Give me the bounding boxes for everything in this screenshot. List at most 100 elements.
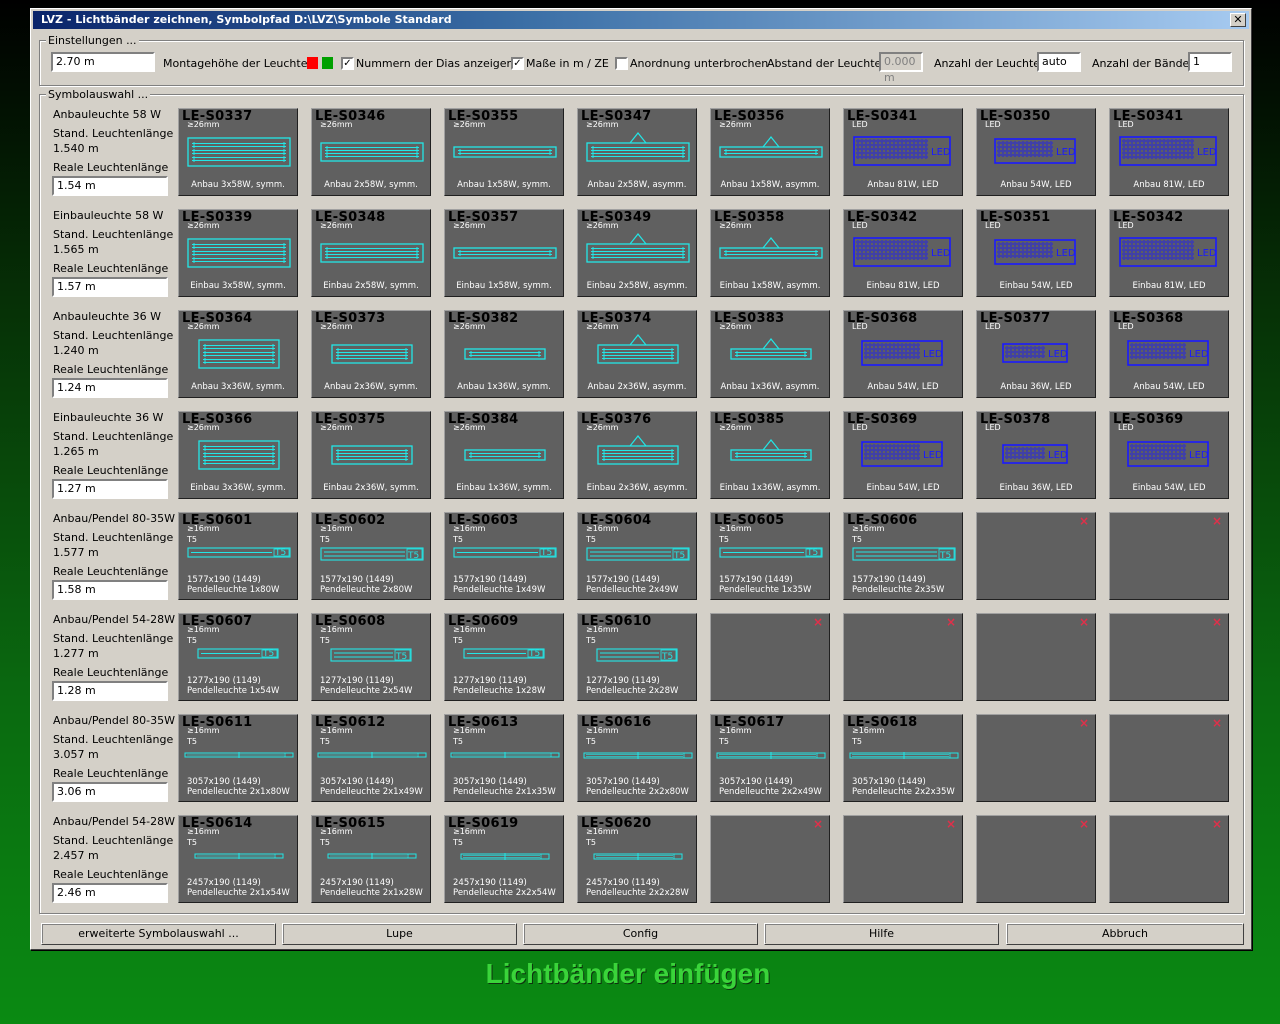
symbol-tile[interactable]: LED LE-S0378 LED Einbau 36W, LED (976, 411, 1096, 499)
symbol-tile[interactable]: LE-S0382 ≥26mm Anbau 1x36W, symm. (444, 310, 564, 398)
symbol-tile[interactable]: T5 LE-S0609 ≥16mm T5 1277x190 (1149) Pendelle… (444, 613, 564, 701)
empty-symbol-slot[interactable]: × (1109, 512, 1229, 600)
symbol-tile[interactable]: LED LE-S0377 LED Anbau 36W, LED (976, 310, 1096, 398)
symbol-caption: Anbau 1x58W, asymm. (720, 180, 820, 190)
symbol-tile[interactable]: LED LE-S0369 LED Einbau 54W, LED (843, 411, 963, 499)
symbol-tile[interactable]: LE-S0339 ≥26mm Einbau 3x58W, symm. (178, 209, 298, 297)
symbol-tile[interactable]: LE-S0348 ≥26mm Einbau 2x58W, symm. (311, 209, 431, 297)
real-length-input[interactable]: 1.27 m (52, 479, 168, 499)
magnifier-button[interactable]: Lupe (282, 923, 517, 945)
symbol-tile[interactable]: LED LE-S0368 LED Anbau 54W, LED (1109, 310, 1229, 398)
empty-symbol-slot[interactable]: × (976, 815, 1096, 903)
led-dot (1146, 240, 1150, 244)
led-dot (1142, 347, 1146, 351)
symbol-tile[interactable]: LE-S0383 ≥26mm Anbau 1x36W, asymm. (710, 310, 830, 398)
real-length-input[interactable]: 1.54 m (52, 176, 168, 196)
symbol-tile[interactable]: LE-S0620 ≥16mm T5 2457x190 (1149) Pendelleuc… (577, 815, 697, 903)
count-input[interactable]: auto (1037, 52, 1081, 72)
symbol-tile[interactable]: LE-S0358 ≥26mm Einbau 1x58W, asymm. (710, 209, 830, 297)
spacing-label: ≥26mm (719, 322, 752, 331)
empty-symbol-slot[interactable]: × (976, 512, 1096, 600)
empty-symbol-slot[interactable]: × (1109, 613, 1229, 701)
empty-symbol-slot[interactable]: × (976, 714, 1096, 802)
led-dot (908, 343, 912, 347)
symbol-tile[interactable]: LED LE-S0351 LED Einbau 54W, LED (976, 209, 1096, 297)
real-length-input[interactable]: 1.58 m (52, 580, 168, 600)
symbol-tile[interactable]: T5 LE-S0605 ≥16mm T5 1577x190 (1449) Pendelle… (710, 512, 830, 600)
symbol-tile[interactable]: LE-S0617 ≥16mm T5 3057x190 (1449) Pendelleuc… (710, 714, 830, 802)
real-length-input[interactable]: 1.57 m (52, 277, 168, 297)
bands-input[interactable]: 1 (1188, 52, 1232, 72)
symbol-tile[interactable]: LE-S0613 ≥16mm T5 3057x190 (1449) Pendelleuc… (444, 714, 564, 802)
symbol-tile[interactable]: LE-S0611 ≥16mm T5 3057x190 (1449) Pendelleuc… (178, 714, 298, 802)
symbol-tile[interactable]: LE-S0376 ≥26mm Einbau 2x36W, asymm. (577, 411, 697, 499)
title-bar[interactable]: LVZ - Lichtbänder zeichnen, Symbolpfad D… (33, 11, 1249, 29)
help-button[interactable]: Hilfe (764, 923, 999, 945)
extended-selection-button[interactable]: erweiterte Symbolauswahl ... (41, 923, 276, 945)
symbol-tile[interactable]: LED LE-S0341 LED Anbau 81W, LED (1109, 108, 1229, 196)
symbol-tile[interactable]: LED LE-S0342 LED Einbau 81W, LED (1109, 209, 1229, 297)
color-swatch-green[interactable] (322, 57, 333, 69)
ballast-box (683, 752, 693, 759)
led-dot (904, 240, 908, 244)
distance-input[interactable]: 0.000 m (879, 52, 923, 84)
symbol-tile[interactable]: LE-S0355 ≥26mm Anbau 1x58W, symm. (444, 108, 564, 196)
empty-symbol-slot[interactable]: × (976, 613, 1096, 701)
empty-symbol-slot[interactable]: × (710, 613, 830, 701)
symbol-tile[interactable]: T5 LE-S0602 ≥16mm T5 1577x190 (1449) Pendelle… (311, 512, 431, 600)
symbol-tile[interactable]: LE-S0618 ≥16mm T5 3057x190 (1449) Pendelleuc… (843, 714, 963, 802)
mounting-height-input[interactable]: 2.70 m (51, 52, 155, 72)
symbol-tile[interactable]: LED LE-S0341 LED Anbau 81W, LED (843, 108, 963, 196)
symbol-tile[interactable]: LE-S0337 ≥26mm Anbau 3x58W, symm. (178, 108, 298, 196)
symbol-tile[interactable]: LE-S0384 ≥26mm Einbau 1x36W, symm. (444, 411, 564, 499)
symbol-tile[interactable]: LED LE-S0369 LED Einbau 54W, LED (1109, 411, 1229, 499)
led-dot (1049, 254, 1053, 258)
symbol-tile[interactable]: LE-S0373 ≥26mm Anbau 2x36W, symm. (311, 310, 431, 398)
symbol-tile[interactable]: LE-S0356 ≥26mm Anbau 1x58W, asymm. (710, 108, 830, 196)
symbol-tile[interactable]: LE-S0346 ≥26mm Anbau 2x58W, symm. (311, 108, 431, 196)
symbol-tile[interactable]: LE-S0364 ≥26mm Anbau 3x36W, symm. (178, 310, 298, 398)
led-label: LED (1118, 221, 1134, 230)
symbol-tile[interactable]: T5 LE-S0603 ≥16mm T5 1577x190 (1449) Pendelle… (444, 512, 564, 600)
config-button[interactable]: Config (523, 923, 758, 945)
empty-symbol-slot[interactable]: × (710, 815, 830, 903)
empty-symbol-slot[interactable]: × (1109, 815, 1229, 903)
led-dot (856, 248, 860, 252)
interrupted-checkbox[interactable] (615, 57, 628, 70)
symbol-tile[interactable]: LE-S0366 ≥26mm Einbau 3x36W, symm. (178, 411, 298, 499)
empty-symbol-slot[interactable]: × (843, 815, 963, 903)
symbol-tile[interactable]: LE-S0374 ≥26mm Anbau 2x36W, asymm. (577, 310, 697, 398)
symbol-tile[interactable]: T5 LE-S0610 ≥16mm T5 1277x190 (1149) Pendelle… (577, 613, 697, 701)
symbol-tile[interactable]: LED LE-S0342 LED Einbau 81W, LED (843, 209, 963, 297)
real-length-input[interactable]: 2.46 m (52, 883, 168, 903)
symbol-tile[interactable]: LE-S0375 ≥26mm Einbau 2x36W, symm. (311, 411, 431, 499)
show-numbers-checkbox[interactable]: ✓ (341, 57, 354, 70)
symbol-tile[interactable]: LED LE-S0368 LED Anbau 54W, LED (843, 310, 963, 398)
led-dot (916, 343, 920, 347)
empty-symbol-slot[interactable]: × (843, 613, 963, 701)
real-length-input[interactable]: 3.06 m (52, 782, 168, 802)
symbol-tile[interactable]: T5 LE-S0606 ≥16mm T5 1577x190 (1449) Pendelle… (843, 512, 963, 600)
symbol-tile[interactable]: LE-S0616 ≥16mm T5 3057x190 (1449) Pendelleuc… (577, 714, 697, 802)
symbol-tile[interactable]: LE-S0347 ≥26mm Anbau 2x58W, asymm. (577, 108, 697, 196)
symbol-tile[interactable]: LE-S0612 ≥16mm T5 3057x190 (1449) Pendelleuc… (311, 714, 431, 802)
real-length-input[interactable]: 1.28 m (52, 681, 168, 701)
units-checkbox[interactable]: ✓ (511, 57, 524, 70)
color-swatch-red[interactable] (307, 57, 318, 69)
cancel-button[interactable]: Abbruch (1006, 923, 1244, 945)
symbol-tile[interactable]: LE-S0357 ≥26mm Einbau 1x58W, symm. (444, 209, 564, 297)
real-length-input[interactable]: 1.24 m (52, 378, 168, 398)
symbol-tile[interactable]: T5 LE-S0607 ≥16mm T5 1277x190 (1149) Pendelle… (178, 613, 298, 701)
symbol-tile[interactable]: LED LE-S0350 LED Anbau 54W, LED (976, 108, 1096, 196)
symbol-tile[interactable]: T5 LE-S0604 ≥16mm T5 1577x190 (1449) Pendelle… (577, 512, 697, 600)
symbol-tile[interactable]: T5 LE-S0608 ≥16mm T5 1277x190 (1149) Pendelle… (311, 613, 431, 701)
close-button[interactable]: ✕ (1230, 13, 1246, 27)
empty-symbol-slot[interactable]: × (1109, 714, 1229, 802)
led-dot (1134, 355, 1138, 359)
symbol-tile[interactable]: LE-S0615 ≥16mm T5 2457x190 (1149) Pendelleuc… (311, 815, 431, 903)
symbol-tile[interactable]: LE-S0614 ≥16mm T5 2457x190 (1149) Pendelleuc… (178, 815, 298, 903)
symbol-tile[interactable]: LE-S0385 ≥26mm Einbau 1x36W, asymm. (710, 411, 830, 499)
symbol-tile[interactable]: LE-S0349 ≥26mm Einbau 2x58W, asymm. (577, 209, 697, 297)
symbol-tile[interactable]: LE-S0619 ≥16mm T5 2457x190 (1149) Pendelleuc… (444, 815, 564, 903)
symbol-tile[interactable]: T5 LE-S0601 ≥16mm T5 1577x190 (1449) Pendelle… (178, 512, 298, 600)
